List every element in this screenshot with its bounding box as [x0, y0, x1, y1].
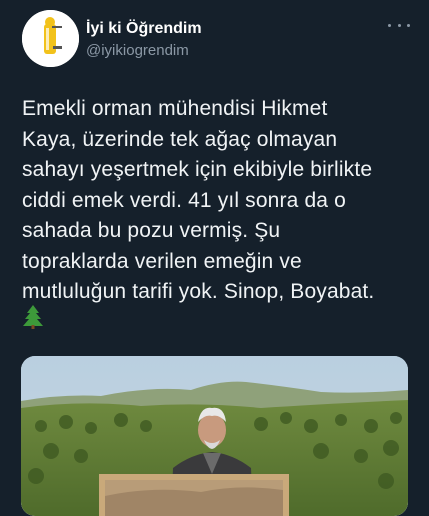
tweet-text-line: sahada bu pozu vermiş. Şu — [22, 219, 281, 242]
tweet-text-line: Kaya, üzerinde tek ağaç olmayan — [22, 127, 338, 151]
tweet-text-line: mutluluğun tarifi yok. Sinop, Boyabat. — [22, 280, 375, 303]
tweet-text-line: sahayı yeşertmek için ekibiyle birlikte — [22, 158, 373, 181]
user-handle[interactable]: @iyikiogrendim — [86, 42, 189, 59]
light-bulb-icon — [22, 10, 79, 67]
avatar[interactable] — [22, 10, 79, 67]
more-dot — [388, 23, 391, 27]
tweet-text: Emekli orman mühendisi Hikmet Kaya, üzer… — [22, 94, 422, 308]
more-options-icon[interactable] — [388, 18, 410, 32]
more-dot — [407, 23, 410, 27]
evergreen-tree-icon — [22, 305, 44, 329]
tweet-photo[interactable] — [21, 356, 408, 516]
display-name[interactable]: İyi ki Öğrendim — [86, 20, 202, 38]
tweet-header: İyi ki Öğrendim @iyikiogrendim — [0, 0, 429, 80]
tweet-text-line: Emekli orman mühendisi Hikmet — [22, 97, 328, 120]
tweet-text-line: ciddi emek verdi. 41 yıl sonra da o — [22, 188, 346, 212]
tweet-text-line: topraklarda verilen emeğin ve — [22, 249, 302, 273]
photo-icon — [21, 356, 408, 516]
more-dot — [397, 23, 401, 27]
